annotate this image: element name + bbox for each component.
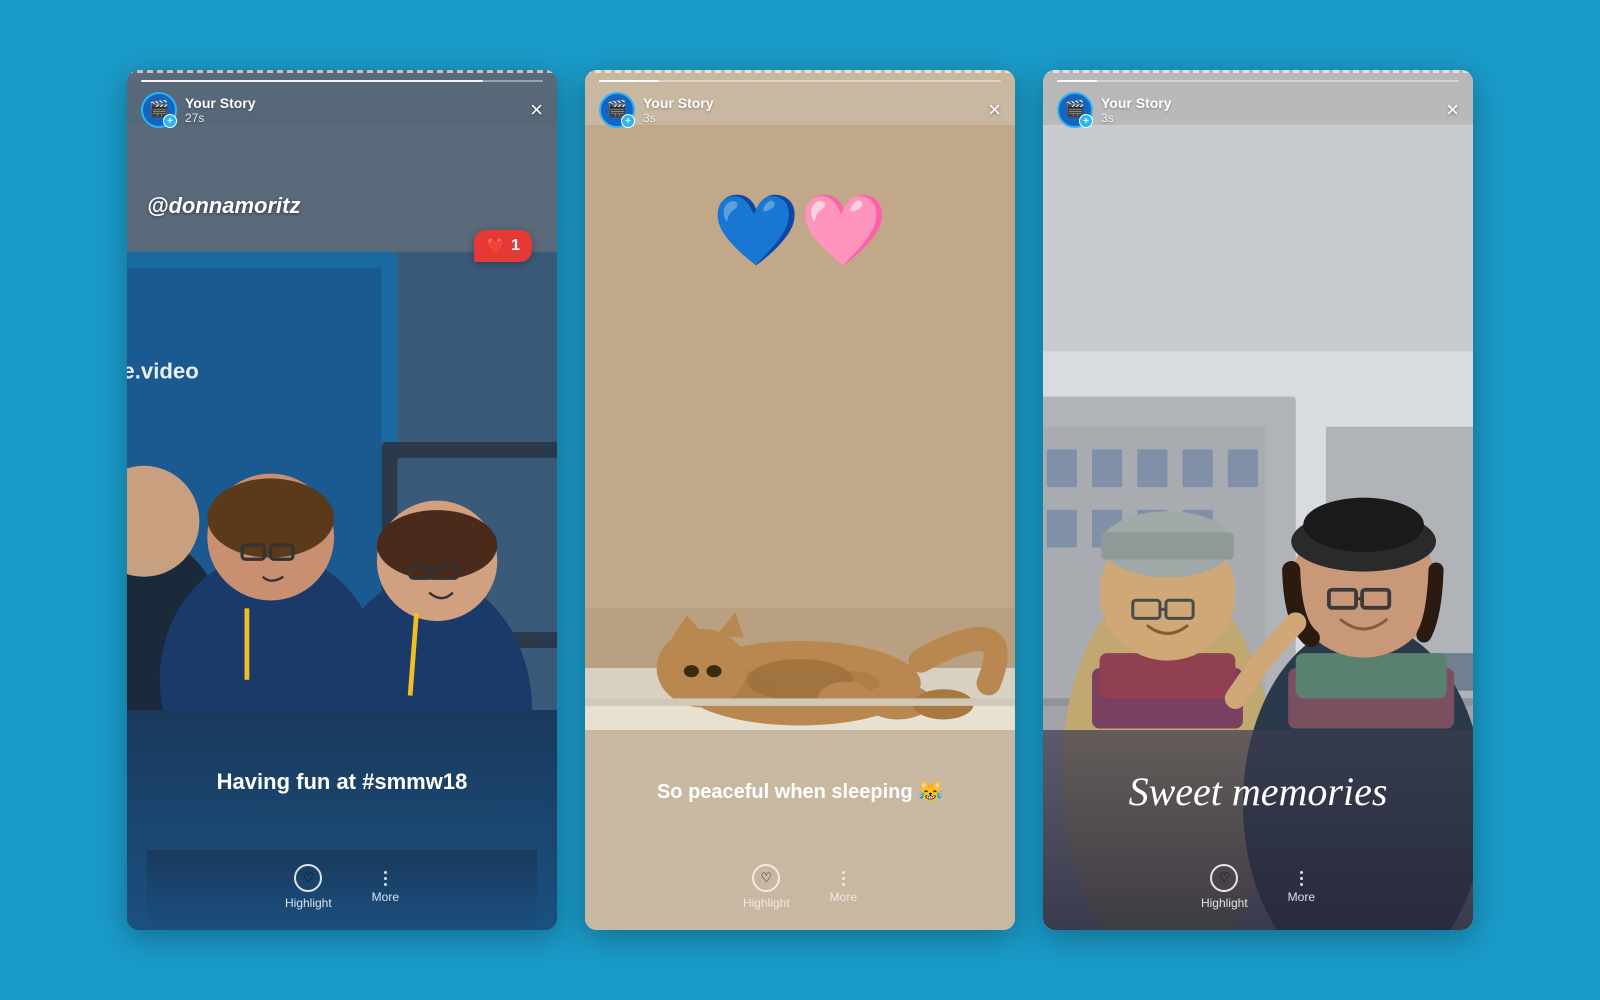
highlight-label-2: Highlight — [743, 896, 790, 910]
progress-fill-3 — [1057, 80, 1097, 82]
story-time-1: 27s — [185, 111, 256, 125]
story-username-1: Your Story — [185, 95, 256, 111]
hearts-emoji-2: 💙🩷 — [713, 191, 887, 269]
story-card-3: 🎬 + Your Story 3s × — [1043, 70, 1473, 930]
story-footer-1: ♡ Highlight More — [147, 850, 537, 930]
more-action-3[interactable]: More — [1288, 871, 1315, 904]
dot-3c — [1300, 883, 1303, 886]
highlight-action-1[interactable]: ♡ Highlight — [285, 864, 332, 910]
more-label-1: More — [372, 890, 399, 904]
story-header-left-3: 🎬 + Your Story 3s — [1057, 92, 1172, 128]
story-header-2: 🎬 + Your Story 3s × — [585, 70, 1015, 136]
dot-2a — [842, 871, 845, 874]
heart-circle-icon-3: ♡ — [1210, 864, 1238, 892]
avatar-plus-1: + — [163, 114, 177, 128]
story-caption-2: So peaceful when sleeping 😹 — [605, 750, 995, 834]
story-close-1[interactable]: × — [530, 99, 543, 121]
story-bottom-1: Having fun at #smmw18 ♡ Highlight — [127, 710, 557, 930]
dot-1b — [384, 877, 387, 880]
like-count-1: 1 — [511, 237, 520, 255]
story-close-2[interactable]: × — [988, 99, 1001, 121]
more-label-2: More — [830, 890, 857, 904]
progress-bar-3 — [1057, 80, 1459, 82]
highlight-label-3: Highlight — [1201, 896, 1248, 910]
story-time-2: 3s — [643, 111, 714, 125]
story-avatar-1[interactable]: 🎬 + — [141, 92, 177, 128]
story-bottom-2: So peaceful when sleeping 😹 ♡ Highlight — [585, 730, 1015, 930]
story-header-left-1: 🎬 + Your Story 27s — [141, 92, 256, 128]
story-header-1: 🎬 + Your Story 27s × — [127, 70, 557, 136]
hearts-sticker-2: 💙🩷 — [713, 190, 887, 272]
more-action-2[interactable]: More — [830, 871, 857, 904]
stories-container: 🎬 + Your Story 27s × — [87, 30, 1513, 970]
more-label-3: More — [1288, 890, 1315, 904]
more-action-1[interactable]: More — [372, 871, 399, 904]
three-dots-icon-3 — [1300, 871, 1303, 886]
highlight-action-2[interactable]: ♡ Highlight — [743, 864, 790, 910]
story-content-2: 💙🩷 So peaceful when sleeping 😹 ♡ Highlig… — [585, 70, 1015, 930]
story-header-info-2: 🎬 + Your Story 3s × — [599, 92, 1001, 128]
heart-circle-icon-1: ♡ — [294, 864, 322, 892]
dot-3b — [1300, 877, 1303, 880]
story-close-3[interactable]: × — [1446, 99, 1459, 121]
heart-inner-1: ♡ — [302, 871, 314, 884]
progress-fill-1 — [141, 80, 483, 82]
progress-fill-2 — [599, 80, 659, 82]
mention-text-1: @donnamoritz — [147, 193, 300, 218]
dot-2b — [842, 877, 845, 880]
story-header-info-3: 🎬 + Your Story 3s × — [1057, 92, 1459, 128]
story-time-3: 3s — [1101, 111, 1172, 125]
story-card-1: 🎬 + Your Story 27s × — [127, 70, 557, 930]
three-dots-icon-1 — [384, 871, 387, 886]
story-header-left-2: 🎬 + Your Story 3s — [599, 92, 714, 128]
story-avatar-2[interactable]: 🎬 + — [599, 92, 635, 128]
dot-1c — [384, 883, 387, 886]
story-username-3: Your Story — [1101, 95, 1172, 111]
story-footer-2: ♡ Highlight More — [605, 850, 995, 930]
dot-2c — [842, 883, 845, 886]
dot-3a — [1300, 871, 1303, 874]
story-header-3: 🎬 + Your Story 3s × — [1043, 70, 1473, 136]
story-caption-1: Having fun at #smmw18 — [147, 730, 537, 834]
highlight-action-3[interactable]: ♡ Highlight — [1201, 864, 1248, 910]
like-notification-1[interactable]: ❤️ 1 — [474, 230, 532, 262]
story-bottom-3: Sweet memories ♡ Highlight — [1043, 730, 1473, 930]
heart-inner-2: ♡ — [760, 871, 772, 884]
mention-tag-1: @donnamoritz — [147, 193, 300, 219]
story-username-2: Your Story — [643, 95, 714, 111]
highlight-label-1: Highlight — [285, 896, 332, 910]
story-avatar-3[interactable]: 🎬 + — [1057, 92, 1093, 128]
story-header-info-1: 🎬 + Your Story 27s × — [141, 92, 543, 128]
heart-inner-3: ♡ — [1218, 871, 1230, 884]
progress-bar-1 — [141, 80, 543, 82]
story-content-3: Sweet memories ♡ Highlight — [1043, 70, 1473, 930]
story-caption-3: Sweet memories — [1063, 750, 1453, 834]
story-content-1: wave.video — [127, 70, 557, 930]
progress-bar-2 — [599, 80, 1001, 82]
heart-circle-icon-2: ♡ — [752, 864, 780, 892]
dot-1a — [384, 871, 387, 874]
story-card-2: 🎬 + Your Story 3s × — [585, 70, 1015, 930]
story-footer-3: ♡ Highlight More — [1063, 850, 1453, 930]
avatar-plus-2: + — [621, 114, 635, 128]
story-user-info-2: Your Story 3s — [643, 95, 714, 125]
three-dots-icon-2 — [842, 871, 845, 886]
svg-text:wave.video: wave.video — [127, 359, 199, 384]
story-user-info-3: Your Story 3s — [1101, 95, 1172, 125]
avatar-plus-3: + — [1079, 114, 1093, 128]
story-user-info-1: Your Story 27s — [185, 95, 256, 125]
heart-icon-notification: ❤️ — [486, 236, 506, 256]
